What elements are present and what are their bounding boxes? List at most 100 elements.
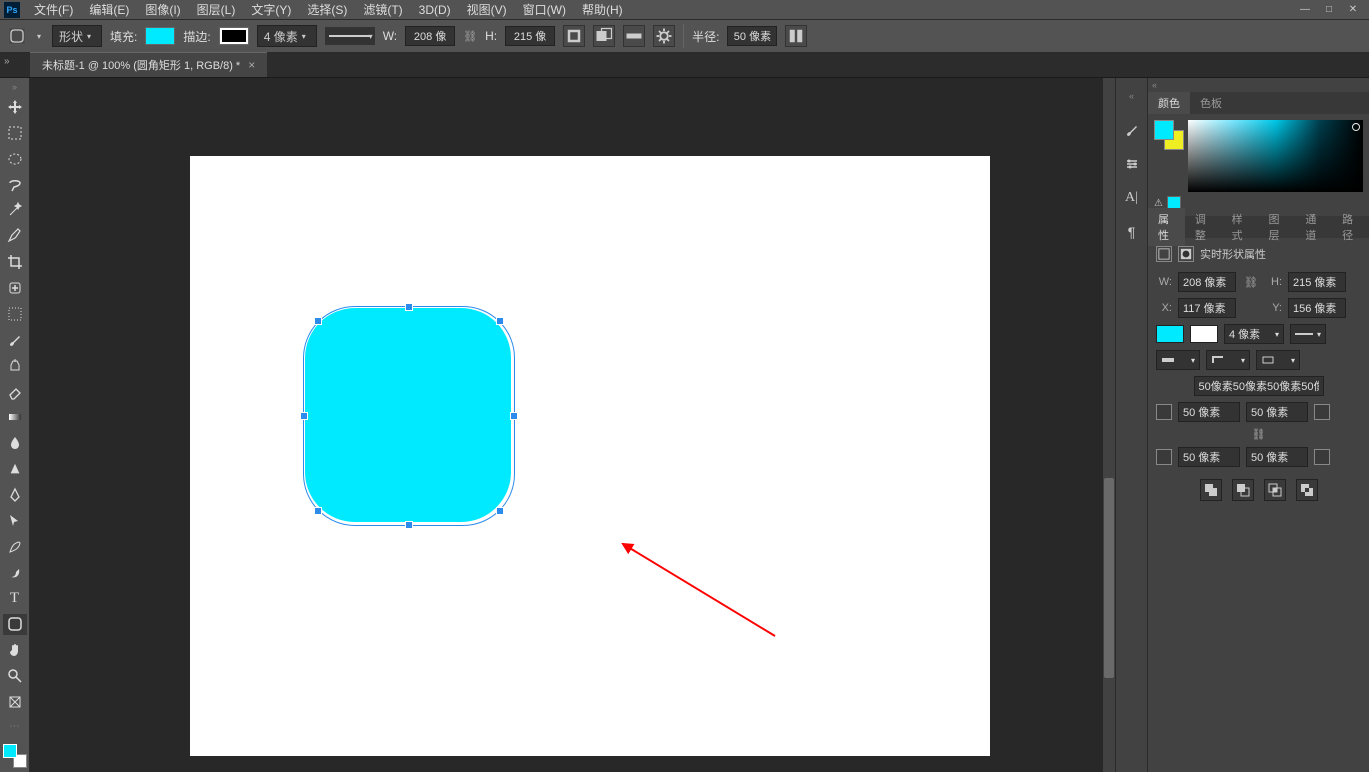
handle-se[interactable] xyxy=(496,507,504,515)
height-input[interactable] xyxy=(505,26,555,46)
crop-tool[interactable] xyxy=(3,251,27,273)
prop-corner-select[interactable]: ▾ xyxy=(1206,350,1250,370)
expand-tabs-icon[interactable]: » xyxy=(4,56,10,67)
menu-type[interactable]: 文字(Y) xyxy=(243,0,299,20)
menu-help[interactable]: 帮助(H) xyxy=(574,0,631,20)
menu-layer[interactable]: 图层(L) xyxy=(189,0,244,20)
smudge-tool[interactable] xyxy=(3,562,27,584)
foreground-color[interactable] xyxy=(3,744,17,758)
path-align-button[interactable] xyxy=(563,25,585,47)
paragraph-icon[interactable]: ¶ xyxy=(1121,222,1143,242)
move-tool[interactable] xyxy=(3,96,27,118)
prop-y-input[interactable] xyxy=(1288,298,1346,318)
ellipse-marquee-tool[interactable] xyxy=(3,148,27,170)
align-edges-button[interactable] xyxy=(785,25,807,47)
canvas-area[interactable] xyxy=(30,78,1115,772)
shape-mode-select[interactable]: 形状 ▾ xyxy=(52,25,102,47)
wand-tool[interactable] xyxy=(3,200,27,222)
color-picker-gradient[interactable] xyxy=(1188,120,1363,192)
spot-heal-tool[interactable] xyxy=(3,277,27,299)
document-tab[interactable]: 未标题-1 @ 100% (圆角矩形 1, RGB/8) * × xyxy=(30,52,267,77)
corner-tr-input[interactable] xyxy=(1246,402,1308,422)
prop-stroke-swatch[interactable] xyxy=(1190,325,1218,343)
close-button[interactable]: ✕ xyxy=(1345,3,1361,17)
handle-e[interactable] xyxy=(510,412,518,420)
path-select-tool[interactable] xyxy=(3,510,27,532)
blur-tool[interactable] xyxy=(3,432,27,454)
menu-3d[interactable]: 3D(D) xyxy=(411,1,459,19)
foreground-background-swatch[interactable] xyxy=(3,744,27,768)
menu-window[interactable]: 窗口(W) xyxy=(515,0,574,20)
scrollbar-thumb[interactable] xyxy=(1104,478,1114,678)
prop-height-input[interactable] xyxy=(1288,272,1346,292)
type-tool[interactable]: T xyxy=(3,588,27,610)
prop-stroke-style-select[interactable]: ▾ xyxy=(1290,324,1326,344)
hand-tool[interactable] xyxy=(3,639,27,661)
pathop-subtract[interactable] xyxy=(1232,479,1254,501)
maximize-button[interactable]: □ xyxy=(1321,3,1337,17)
menu-view[interactable]: 视图(V) xyxy=(459,0,515,20)
fg-mini[interactable] xyxy=(1154,120,1174,140)
tool-preset-icon[interactable] xyxy=(8,27,26,45)
prop-fill-swatch[interactable] xyxy=(1156,325,1184,343)
brush-tool[interactable] xyxy=(3,329,27,351)
canvas[interactable] xyxy=(190,156,990,756)
color-fgbg-mini[interactable] xyxy=(1154,120,1184,150)
adjustments-icon[interactable] xyxy=(1121,154,1143,174)
radius-input[interactable] xyxy=(727,26,777,46)
eraser-tool[interactable] xyxy=(3,381,27,403)
link-corners-icon[interactable]: ⛓ xyxy=(1250,428,1268,441)
collapse-tools-icon[interactable]: » xyxy=(12,82,17,92)
menu-select[interactable]: 选择(S) xyxy=(299,0,355,20)
menu-file[interactable]: 文件(F) xyxy=(26,0,81,20)
menu-edit[interactable]: 编辑(E) xyxy=(81,0,137,20)
character-icon[interactable]: A| xyxy=(1121,188,1143,208)
marquee-tool[interactable] xyxy=(3,122,27,144)
gamut-warning-icon[interactable]: ⚠ xyxy=(1154,198,1163,209)
frame-tool[interactable] xyxy=(3,303,27,325)
fill-swatch[interactable] xyxy=(145,27,175,45)
rounded-rectangle-shape[interactable] xyxy=(305,308,511,522)
corner-bl-input[interactable] xyxy=(1178,447,1240,467)
vertical-scrollbar[interactable] xyxy=(1103,78,1115,772)
path-arrange-button[interactable] xyxy=(593,25,615,47)
collapse-right-icon[interactable]: « xyxy=(1148,78,1369,92)
prop-stroke-width-select[interactable]: 4 像素▾ xyxy=(1224,324,1284,344)
expand-panels-icon[interactable]: « xyxy=(1121,86,1143,106)
dodge-tool[interactable] xyxy=(3,458,27,480)
stroke-width-select[interactable]: 4 像素 ▾ xyxy=(257,25,317,47)
gradient-tool[interactable] xyxy=(3,407,27,429)
lasso-tool[interactable] xyxy=(3,174,27,196)
link-wh-icon-props[interactable]: ⛓ xyxy=(1242,276,1260,289)
tool-preset-dropdown[interactable]: ▾ xyxy=(34,27,44,45)
path-options-button[interactable] xyxy=(623,25,645,47)
corner-tl-input[interactable] xyxy=(1178,402,1240,422)
link-wh-icon[interactable]: ⛓ xyxy=(463,30,477,43)
prop-x-input[interactable] xyxy=(1178,298,1236,318)
pen-tool[interactable] xyxy=(3,484,27,506)
zoom-tool[interactable] xyxy=(3,665,27,687)
shape-tool[interactable] xyxy=(3,614,27,636)
minimize-button[interactable]: — xyxy=(1297,3,1313,17)
stroke-style-select[interactable]: ▾ xyxy=(325,27,375,45)
tab-swatches[interactable]: 色板 xyxy=(1190,92,1232,114)
tab-close-icon[interactable]: × xyxy=(248,58,255,72)
clone-tool[interactable] xyxy=(3,355,27,377)
pathop-combine[interactable] xyxy=(1200,479,1222,501)
handle-s[interactable] xyxy=(405,521,413,529)
prop-align-select[interactable]: ▾ xyxy=(1256,350,1300,370)
menu-filter[interactable]: 滤镜(T) xyxy=(355,0,410,20)
gear-icon[interactable] xyxy=(653,25,675,47)
brush-settings-icon[interactable] xyxy=(1121,120,1143,140)
edit-toolbar-icon[interactable]: ⋯ xyxy=(10,721,20,732)
corners-summary-input[interactable] xyxy=(1194,376,1324,396)
history-brush-tool[interactable] xyxy=(3,536,27,558)
stroke-swatch[interactable] xyxy=(219,27,249,45)
eyedropper-tool[interactable] xyxy=(3,225,27,247)
prop-width-input[interactable] xyxy=(1178,272,1236,292)
pathop-intersect[interactable] xyxy=(1264,479,1286,501)
prop-cap-select[interactable]: ▾ xyxy=(1156,350,1200,370)
width-input[interactable] xyxy=(405,26,455,46)
pathop-exclude[interactable] xyxy=(1296,479,1318,501)
menu-image[interactable]: 图像(I) xyxy=(137,0,188,20)
